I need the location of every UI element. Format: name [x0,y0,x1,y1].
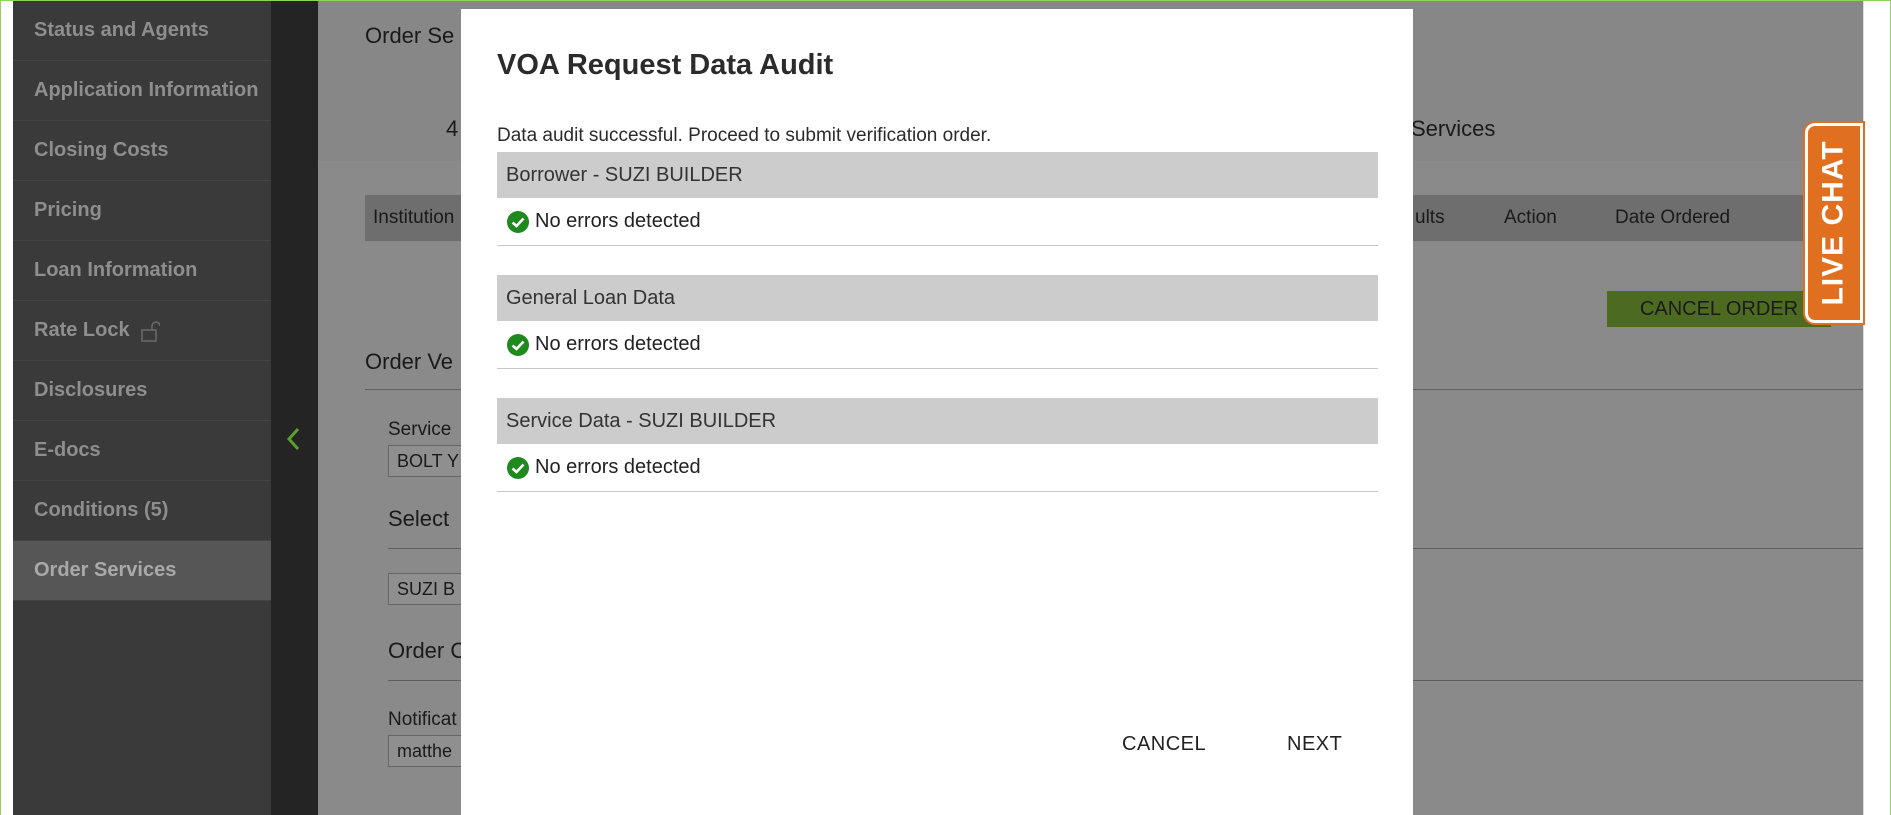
sidebar-item-label: Loan Information [34,259,198,281]
sidebar-item-rate-lock[interactable]: Rate Lock [13,301,271,361]
sidebar-item-label: E-docs [34,439,101,461]
sidebar-item-label: Pricing [34,199,102,221]
sidebar-item-label: Status and Agents [34,19,209,41]
status-text: No errors detected [535,210,701,232]
voa-audit-modal: VOA Request Data Audit Data audit succes… [461,9,1413,815]
live-chat-label: LIVE CHAT [1817,140,1851,306]
col-action: Action [1504,207,1557,228]
section-status: No errors detected [497,444,1378,492]
col-date-ordered: Date Ordered [1615,207,1731,228]
section-heading: Borrower - SUZI BUILDER [497,152,1378,198]
sidebar-item-application-information[interactable]: Application Information [13,61,271,121]
next-button[interactable]: NEXT [1287,733,1342,756]
check-circle-icon [506,210,530,234]
notification-label: Notificat [388,709,457,730]
sidebar-item-closing-costs[interactable]: Closing Costs [13,121,271,181]
audit-section-borrower: Borrower - SUZI BUILDER No errors detect… [497,152,1378,246]
header-number: 4 [446,116,459,141]
col-results: ults [1415,207,1445,228]
order-options-heading: Order O [388,638,468,663]
modal-title: VOA Request Data Audit [497,49,834,81]
section-heading: General Loan Data [497,275,1378,321]
scroll-edge [1863,1,1890,815]
sidebar-collapse-strip[interactable] [271,1,318,815]
unlock-icon [140,320,160,342]
audit-message: Data audit successful. Proceed to submit… [497,125,992,146]
chevron-left-icon[interactable] [285,426,303,457]
status-text: No errors detected [535,333,701,355]
section-heading: Service Data - SUZI BUILDER [497,398,1378,444]
sidebar-item-conditions[interactable]: Conditions (5) [13,481,271,541]
header-services-label: Services [1411,116,1496,141]
sidebar-item-order-services[interactable]: Order Services [13,541,271,601]
sidebar-item-label: Rate Lock [34,319,130,341]
select-heading: Select [388,506,450,531]
col-institution: Institution [373,207,455,228]
audit-section-service-data: Service Data - SUZI BUILDER No errors de… [497,398,1378,492]
sidebar-item-e-docs[interactable]: E-docs [13,421,271,481]
audit-section-general-loan: General Loan Data No errors detected [497,275,1378,369]
check-circle-icon [506,333,530,357]
order-verification-heading: Order Ve [365,349,454,374]
sidebar-item-pricing[interactable]: Pricing [13,181,271,241]
sidebar-item-label: Application Information [34,79,259,101]
check-circle-icon [506,456,530,480]
page-title: Order Se [365,23,455,48]
cancel-order-button[interactable]: CANCEL ORDER [1607,291,1831,327]
service-label: Service [388,419,452,440]
section-status: No errors detected [497,321,1378,369]
sidebar-item-label: Disclosures [34,379,148,401]
status-text: No errors detected [535,456,701,478]
sidebar-item-disclosures[interactable]: Disclosures [13,361,271,421]
sidebar: Status and Agents Application Informatio… [13,1,271,815]
sidebar-item-label: Conditions (5) [34,499,169,521]
cancel-button[interactable]: CANCEL [1122,733,1206,756]
sidebar-item-loan-information[interactable]: Loan Information [13,241,271,301]
live-chat-button[interactable]: LIVE CHAT [1805,123,1863,323]
sidebar-item-label: Closing Costs [34,139,169,161]
section-status: No errors detected [497,198,1378,246]
sidebar-item-status-and-agents[interactable]: Status and Agents [13,1,271,61]
sidebar-item-label: Order Services [34,559,177,581]
app-frame: Status and Agents Application Informatio… [0,0,1891,815]
